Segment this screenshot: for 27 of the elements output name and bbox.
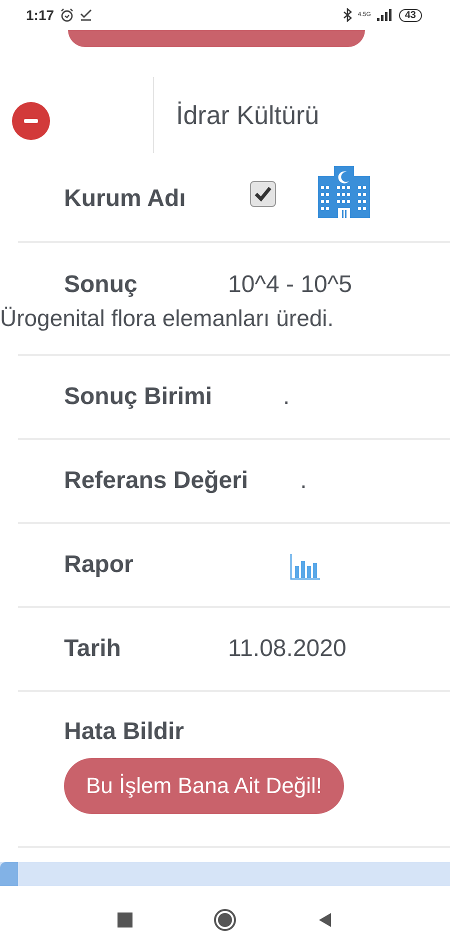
field-label: Sonuç <box>64 271 138 299</box>
recents-icon[interactable] <box>117 912 133 928</box>
field-label: Kurum Adı <box>64 185 187 213</box>
field-label: Hata Bildir <box>64 718 186 746</box>
checkbox[interactable] <box>250 181 276 207</box>
alarm-icon <box>60 8 74 22</box>
field-value: 11.08.2020 <box>228 635 346 663</box>
download-done-icon <box>80 9 92 21</box>
report-error-button[interactable]: Bu İşlem Bana Ait Değil! <box>64 758 344 814</box>
bluetooth-icon <box>342 8 352 22</box>
hospital-icon <box>316 164 372 220</box>
home-icon[interactable] <box>213 908 237 932</box>
test-title: İdrar Kültürü <box>176 100 320 130</box>
result-note: Ürogenital flora elemanları üredi. <box>0 305 335 333</box>
field-label: Sonuç Birimi <box>64 383 214 411</box>
field-value: 10^4 - 10^5 <box>228 271 352 299</box>
field-value: . <box>300 467 307 495</box>
field-value: . <box>283 383 290 411</box>
field-label: Tarih <box>64 635 122 663</box>
field-label: Rapor <box>64 551 134 579</box>
bar-chart-icon[interactable] <box>290 554 320 580</box>
battery-level: 43 <box>398 8 422 22</box>
signal-icon <box>376 9 393 21</box>
field-label: Referans Değeri <box>64 467 248 495</box>
remove-icon[interactable] <box>12 102 50 140</box>
clock-time: 1:17 <box>26 7 54 23</box>
back-icon[interactable] <box>317 912 333 928</box>
